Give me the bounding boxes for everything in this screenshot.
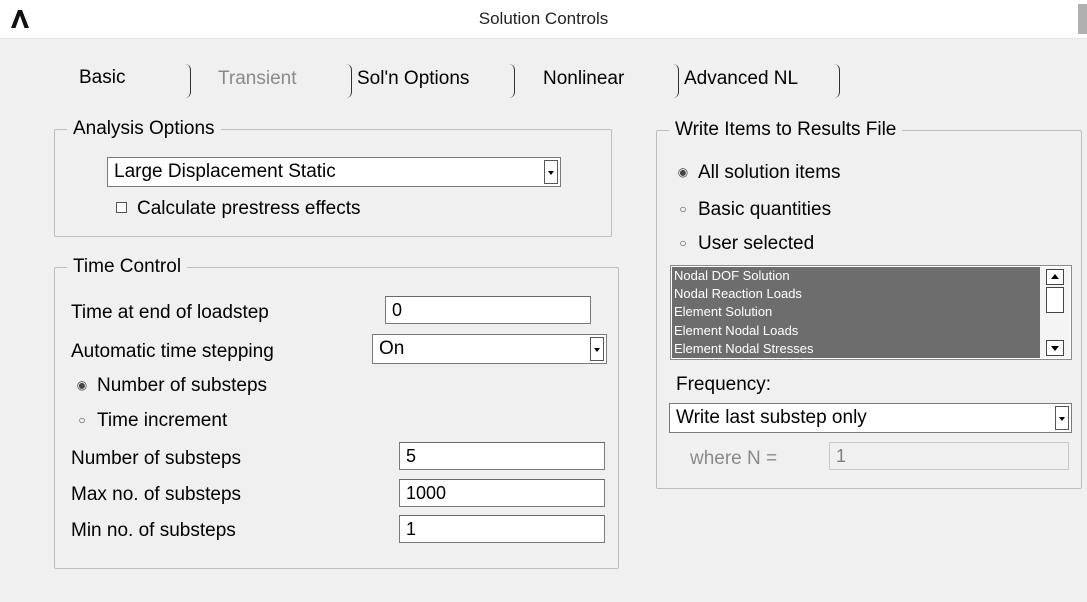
tab-advanced-nl[interactable]: Advanced NL [684, 68, 798, 90]
radio-basic-label: Basic quantities [698, 199, 832, 220]
radio-selected-icon[interactable]: ◉ [676, 165, 690, 179]
radio-all-label: All solution items [698, 162, 841, 183]
chevron-down-icon[interactable] [1055, 406, 1069, 430]
auto-step-dropdown[interactable]: On [372, 334, 607, 364]
radio-unselected-icon[interactable]: ○ [75, 413, 89, 427]
radio-time-increment[interactable]: ○ Time increment [75, 410, 227, 432]
tab-basic[interactable]: Basic [79, 67, 125, 89]
chevron-down-icon[interactable] [590, 337, 604, 361]
radio-all-solution-items[interactable]: ◉ All solution items [676, 162, 841, 184]
analysis-options-title: Analysis Options [73, 118, 215, 139]
where-n-label: where N = [690, 448, 778, 469]
tab-separator [182, 64, 191, 98]
prestress-checkbox[interactable]: Calculate prestress effects [116, 198, 361, 220]
tab-separator [670, 64, 679, 98]
prestress-label: Calculate prestress effects [137, 198, 361, 219]
tab-separator [831, 64, 840, 98]
max-substeps-label: Max no. of substeps [71, 484, 242, 505]
frequency-label: Frequency: [676, 374, 772, 395]
list-item[interactable]: Element Nodal Loads [672, 322, 1040, 340]
list-item[interactable]: Nodal Reaction Loads [672, 285, 1040, 303]
list-item[interactable]: Nodal DOF Solution [672, 267, 1040, 285]
analysis-type-value: Large Displacement Static [114, 161, 336, 182]
checkbox-icon[interactable] [116, 202, 127, 213]
listbox-items: Nodal DOF Solution Nodal Reaction Loads … [672, 267, 1040, 358]
tab-transient[interactable]: Transient [218, 68, 297, 90]
radio-basic-quantities[interactable]: ○ Basic quantities [676, 199, 831, 221]
radio-user-selected[interactable]: ○ User selected [676, 233, 814, 255]
num-substeps-input[interactable]: 5 [399, 442, 605, 470]
analysis-type-dropdown[interactable]: Large Displacement Static [107, 157, 561, 187]
write-items-title: Write Items to Results File [675, 119, 897, 140]
chevron-down-icon[interactable] [544, 160, 558, 184]
scroll-down-icon[interactable] [1046, 340, 1064, 356]
list-item[interactable]: Element Nodal Stresses [672, 340, 1040, 358]
window-title: Solution Controls [478, 9, 609, 28]
window-scrollbar[interactable] [1078, 4, 1087, 34]
min-substeps-input[interactable]: 1 [399, 515, 605, 543]
time-end-input[interactable]: 0 [385, 296, 591, 324]
tab-soln-options[interactable]: Sol'n Options [357, 68, 469, 90]
radio-user-label: User selected [698, 233, 815, 254]
scroll-up-icon[interactable] [1046, 269, 1064, 285]
radio-number-of-substeps[interactable]: ◉ Number of substeps [75, 375, 267, 397]
list-item[interactable]: Element Solution [672, 303, 1040, 321]
frequency-dropdown[interactable]: Write last substep only [669, 403, 1072, 433]
time-control-title: Time Control [73, 256, 182, 277]
min-substeps-label: Min no. of substeps [71, 520, 236, 541]
radio-unselected-icon[interactable]: ○ [676, 236, 690, 250]
title-bar: Solution Controls [0, 0, 1087, 39]
radio-increment-label: Time increment [97, 410, 228, 431]
tab-nonlinear[interactable]: Nonlinear [543, 68, 624, 90]
where-n-input[interactable]: 1 [829, 442, 1069, 470]
radio-unselected-icon[interactable]: ○ [676, 202, 690, 216]
auto-step-value: On [379, 338, 405, 359]
num-substeps-label: Number of substeps [71, 448, 242, 469]
auto-step-label: Automatic time stepping [71, 341, 274, 362]
results-items-listbox[interactable]: Nodal DOF Solution Nodal Reaction Loads … [670, 265, 1072, 360]
max-substeps-input[interactable]: 1000 [399, 479, 605, 507]
tab-separator [343, 64, 352, 98]
tab-bar: Basic Transient Sol'n Options Nonlinear … [0, 60, 1087, 100]
frequency-value: Write last substep only [676, 407, 867, 428]
radio-selected-icon[interactable]: ◉ [75, 378, 89, 392]
tab-separator [506, 64, 515, 98]
scroll-thumb[interactable] [1046, 287, 1064, 313]
time-end-label: Time at end of loadstep [71, 302, 269, 323]
radio-substeps-label: Number of substeps [97, 375, 268, 396]
listbox-scrollbar[interactable] [1040, 267, 1070, 358]
